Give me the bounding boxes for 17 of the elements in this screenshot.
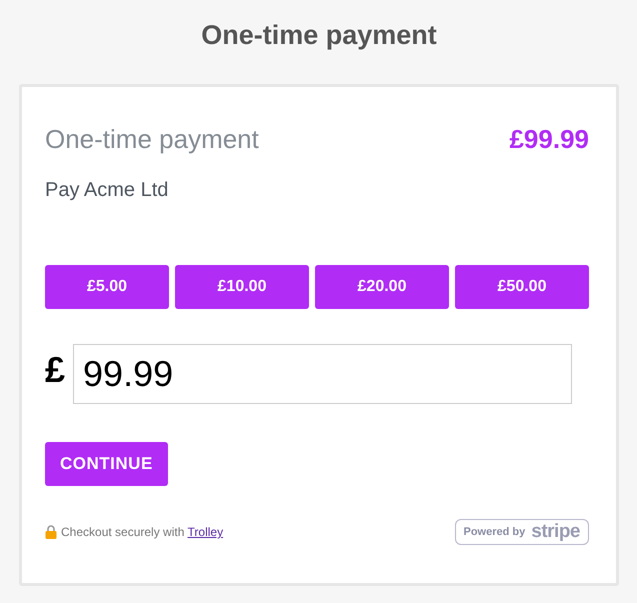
payee-label: Pay Acme Ltd	[45, 179, 170, 203]
continue-button[interactable]: CONTINUE	[45, 442, 168, 486]
trolley-link[interactable]: Trolley	[188, 525, 224, 539]
payment-amount: £99.99	[509, 124, 589, 154]
page-title: One-time payment	[200, 19, 438, 52]
powered-by-text: Powered by	[464, 526, 526, 538]
secure-checkout-text: Checkout securely with Trolley	[61, 525, 224, 539]
payment-title: One-time payment	[45, 124, 259, 154]
preset-amount-button[interactable]: £5.00	[45, 265, 169, 309]
preset-amount-button[interactable]: £50.00	[455, 265, 589, 309]
stripe-wordmark: stripe	[531, 521, 580, 543]
currency-symbol: £	[45, 349, 66, 391]
preset-amount-button[interactable]: £10.00	[175, 265, 309, 309]
lock-icon	[45, 525, 57, 539]
amount-field[interactable]: 99.99	[73, 344, 572, 404]
powered-by-stripe-badge[interactable]: Powered by stripe	[454, 519, 589, 545]
preset-amount-button[interactable]: £20.00	[315, 265, 449, 309]
